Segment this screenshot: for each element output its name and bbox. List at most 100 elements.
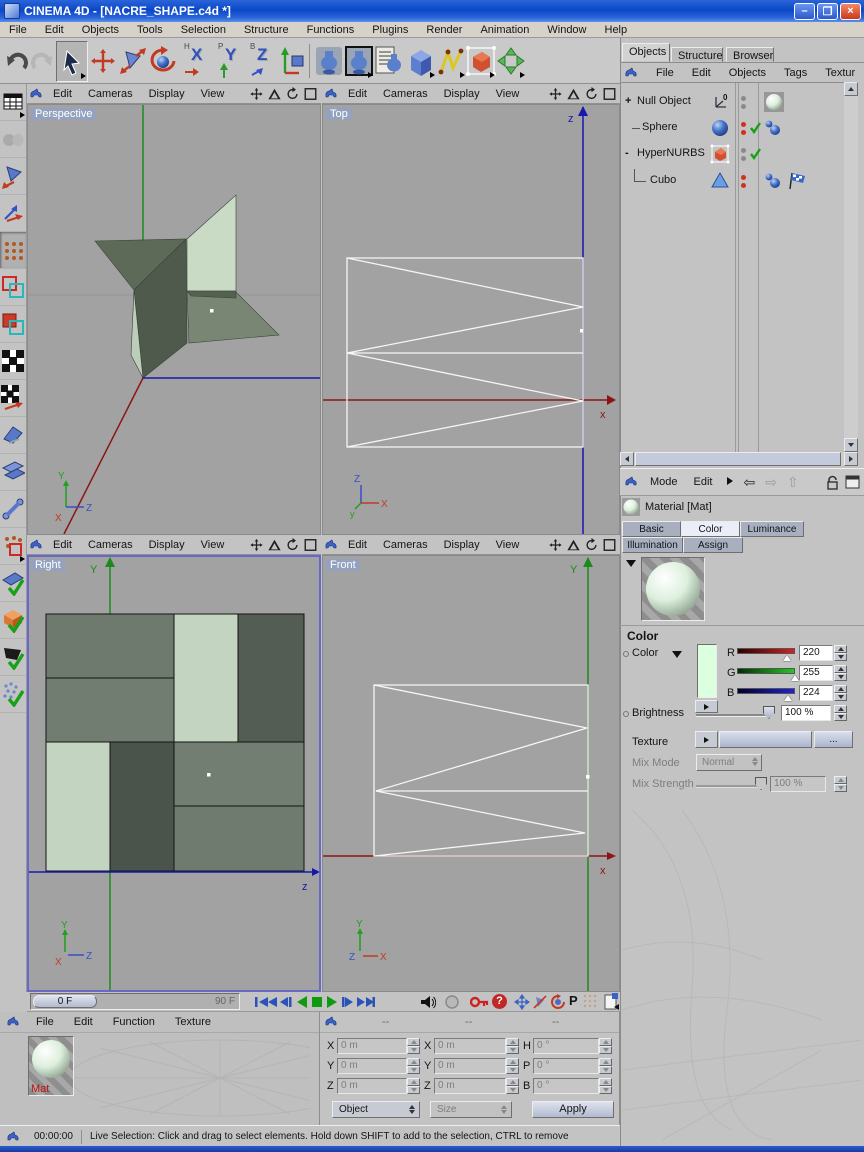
table-row[interactable]: + Null Object 0 xyxy=(620,91,844,115)
channel-g-value[interactable]: 255 xyxy=(799,665,833,681)
pos-x-stepper[interactable] xyxy=(407,1038,420,1054)
autokey-parameter-button[interactable]: P xyxy=(569,993,578,1008)
redo-icon[interactable] xyxy=(27,41,57,80)
mm-menu-function[interactable]: Function xyxy=(103,1016,165,1028)
render-visibility-dot[interactable] xyxy=(741,156,746,161)
zoom-view-icon[interactable] xyxy=(267,87,282,101)
viewport-menu-display[interactable]: Display xyxy=(436,88,488,100)
channel-g-slider[interactable] xyxy=(737,668,799,682)
table-row[interactable]: Sphere xyxy=(620,117,844,141)
timeline-thumb[interactable]: 0 F xyxy=(33,995,97,1008)
brightness-slider-groove[interactable] xyxy=(696,714,770,717)
object-tool-icon[interactable] xyxy=(0,417,26,454)
move-tool-icon[interactable] xyxy=(88,41,118,80)
rot-b-field[interactable]: 0 ° xyxy=(533,1078,599,1094)
scroll-left-icon[interactable] xyxy=(620,452,634,466)
menu-edit[interactable]: Edit xyxy=(36,24,73,36)
enabled-check-icon[interactable] xyxy=(749,121,762,134)
record-icon[interactable] xyxy=(444,994,460,1010)
editor-visibility-dot[interactable] xyxy=(741,148,746,153)
rot-b-stepper[interactable] xyxy=(599,1078,612,1094)
point-selection-icon[interactable] xyxy=(0,528,26,565)
menu-selection[interactable]: Selection xyxy=(172,24,235,36)
nav-back-icon[interactable]: ⇦ xyxy=(739,474,761,491)
add-hypernurbs-icon[interactable] xyxy=(466,41,496,80)
render-visibility-dot[interactable] xyxy=(741,104,746,109)
menu-tools[interactable]: Tools xyxy=(128,24,172,36)
om-menu-texture[interactable]: Textur xyxy=(816,67,864,79)
pan-view-icon[interactable] xyxy=(548,87,563,101)
expander-icon[interactable]: - xyxy=(625,147,629,159)
viewport-front-canvas[interactable]: Y x Y Z X Front xyxy=(322,555,620,992)
color-model-dropdown-icon[interactable] xyxy=(672,651,682,658)
tab-structure[interactable]: Structure xyxy=(671,47,723,62)
snap-cube-toggle-icon[interactable] xyxy=(0,602,26,639)
snap-dark-toggle-icon[interactable] xyxy=(0,639,26,676)
channel-b-value[interactable]: 224 xyxy=(799,685,833,701)
rotate-view-icon[interactable] xyxy=(584,538,599,552)
object-name[interactable]: Cubo xyxy=(650,174,676,186)
viewport-menu-cameras[interactable]: Cameras xyxy=(375,88,436,100)
pan-view-icon[interactable] xyxy=(249,538,264,552)
viewport-menu-display[interactable]: Display xyxy=(141,539,193,551)
add-spline-icon[interactable] xyxy=(436,41,466,80)
vertical-scrollbar[interactable] xyxy=(844,82,858,452)
lock-icon[interactable] xyxy=(826,475,839,490)
mix-strength-groove[interactable] xyxy=(696,785,758,788)
tab-objects[interactable]: Objects xyxy=(622,43,670,62)
coord-mode-dropdown[interactable]: Object xyxy=(332,1101,420,1118)
scroll-down-icon[interactable] xyxy=(844,438,858,452)
mat-tab-illumination[interactable]: Illumination xyxy=(622,537,683,553)
texture-axis-mode-icon[interactable] xyxy=(0,380,26,417)
viewport-menu-display[interactable]: Display xyxy=(141,88,193,100)
phong-tag-icon[interactable] xyxy=(764,119,782,137)
material-name-label[interactable]: Mat xyxy=(31,1083,49,1095)
autokey-rotate-icon[interactable] xyxy=(550,994,566,1010)
om-menu-file[interactable]: File xyxy=(647,67,683,79)
material-thumbnail[interactable]: Mat xyxy=(28,1036,74,1096)
mix-strength-stepper[interactable] xyxy=(834,776,847,792)
nav-forward-icon[interactable]: ⇨ xyxy=(760,474,782,491)
timeline-track[interactable]: 0 F 90 F xyxy=(30,993,240,1010)
expander-icon[interactable]: + xyxy=(625,95,631,107)
coordinate-system-icon[interactable] xyxy=(278,41,308,80)
size-y-stepper[interactable] xyxy=(506,1058,519,1074)
viewport-menu-edit[interactable]: Edit xyxy=(340,88,375,100)
phong-tag-icon[interactable] xyxy=(764,172,782,190)
pan-view-icon[interactable] xyxy=(548,538,563,552)
document-icon[interactable] xyxy=(603,993,619,1010)
zoom-view-icon[interactable] xyxy=(566,87,581,101)
channel-r-value[interactable]: 220 xyxy=(799,645,833,661)
viewport-menu-cameras[interactable]: Cameras xyxy=(80,539,141,551)
preview-collapse-icon[interactable] xyxy=(626,560,636,567)
viewport-perspective-canvas[interactable]: Y X Z Perspective xyxy=(27,104,321,535)
channel-r-stepper[interactable] xyxy=(834,645,847,661)
restore-button[interactable]: ❐ xyxy=(817,2,838,20)
zoom-view-icon[interactable] xyxy=(267,538,282,552)
mm-menu-texture[interactable]: Texture xyxy=(165,1016,221,1028)
material-preview[interactable] xyxy=(641,557,705,621)
om-menu-edit[interactable]: Edit xyxy=(683,67,720,79)
make-editable-icon[interactable] xyxy=(0,158,26,195)
scroll-right-icon[interactable] xyxy=(844,452,858,466)
render-active-view-icon[interactable] xyxy=(344,41,374,80)
viewport-menu-edit[interactable]: Edit xyxy=(45,88,80,100)
lock-x-axis-icon[interactable]: H X xyxy=(182,41,214,80)
sound-icon[interactable] xyxy=(420,994,436,1010)
scroll-up-icon[interactable] xyxy=(844,82,858,96)
snap-points-toggle-icon[interactable] xyxy=(0,676,26,713)
me-menu-more-icon[interactable] xyxy=(721,476,739,488)
object-name[interactable]: HyperNURBS xyxy=(637,147,705,159)
viewport-menu-view[interactable]: View xyxy=(488,88,528,100)
add-primitive-cube-icon[interactable] xyxy=(406,41,436,80)
minimize-button[interactable]: – xyxy=(794,2,815,20)
menu-objects[interactable]: Objects xyxy=(73,24,128,36)
lock-z-axis-icon[interactable]: B Z xyxy=(248,41,280,80)
edges-mode-icon[interactable] xyxy=(0,269,26,306)
render-disabled-icon[interactable] xyxy=(0,121,26,158)
spreadsheet-manager-icon[interactable] xyxy=(0,84,26,121)
mix-strength-value[interactable]: 100 % xyxy=(770,776,826,792)
viewport-menu-cameras[interactable]: Cameras xyxy=(80,88,141,100)
rot-h-stepper[interactable] xyxy=(599,1038,612,1054)
mm-menu-file[interactable]: File xyxy=(26,1016,64,1028)
